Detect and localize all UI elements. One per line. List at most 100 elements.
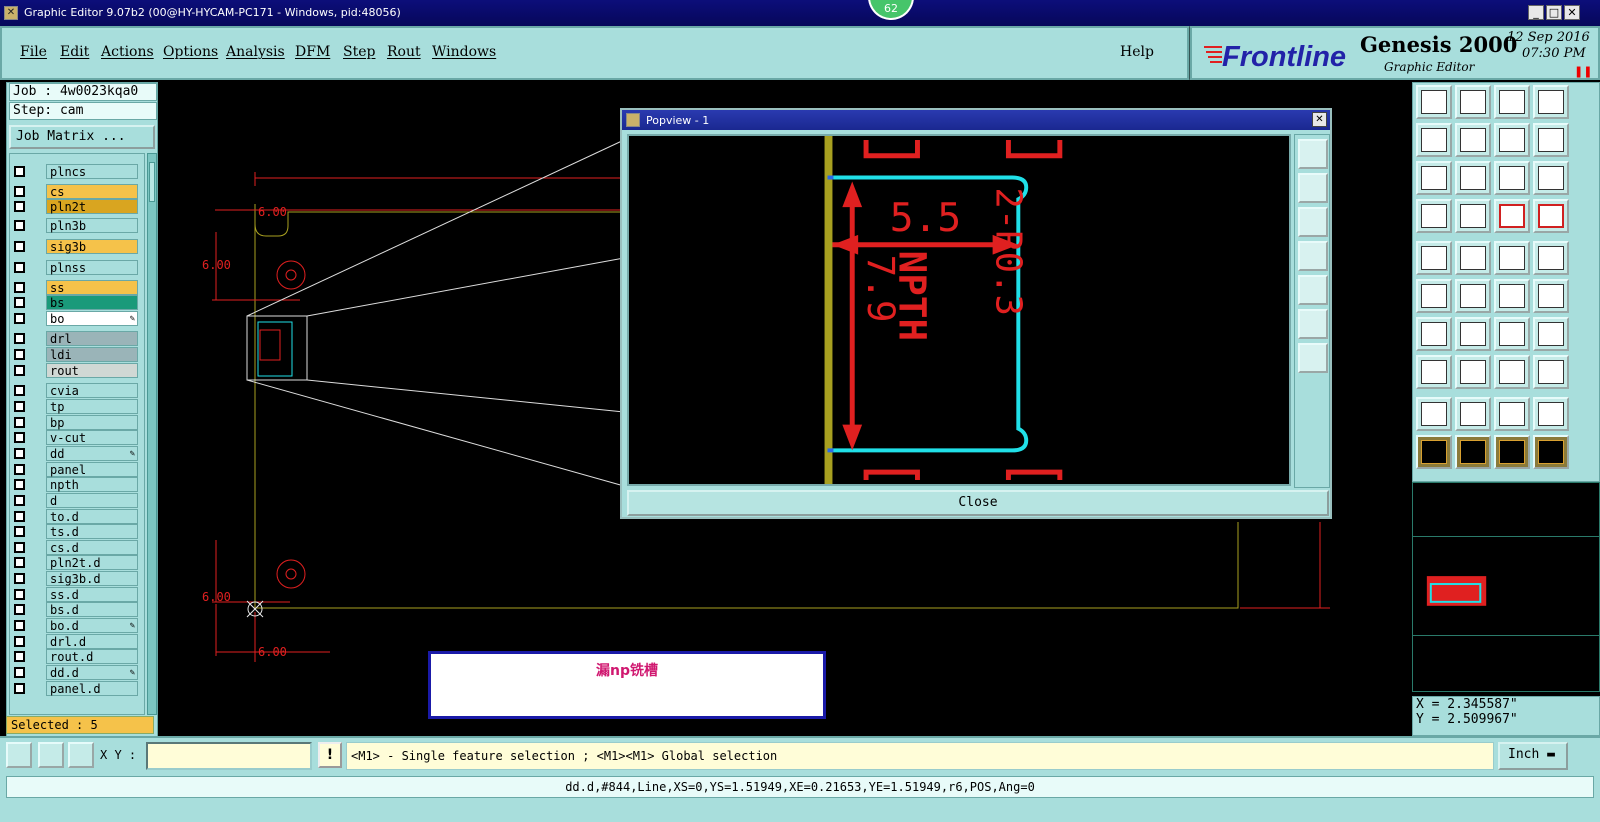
layer-name[interactable]: rout [46,363,138,378]
pointer-icon[interactable] [1416,435,1452,469]
layers-alt-icon[interactable] [1533,199,1569,233]
pointer-alt-icon[interactable] [1455,435,1491,469]
layer-row[interactable]: panel.d [12,681,142,696]
layers-icon[interactable] [1494,199,1530,233]
pause-icon[interactable]: ❚❚ [1574,65,1592,78]
layer-checkbox[interactable] [14,667,25,678]
cross-icon[interactable] [1455,279,1491,313]
layer-row[interactable]: sig3b.d [12,571,142,586]
layer-name[interactable]: d [46,493,138,508]
layer-checkbox[interactable] [14,511,25,522]
layer-name[interactable]: panel [46,462,138,477]
layer-row[interactable]: v-cut [12,430,142,445]
grid-icon[interactable] [68,742,94,768]
angle-icon[interactable] [38,742,64,768]
triangle-c-icon[interactable] [1533,397,1569,431]
layer-checkbox[interactable] [14,495,25,506]
layer-row[interactable]: rout [12,363,142,378]
popview-zoom-out-icon[interactable] [1298,343,1328,373]
layer-name[interactable]: bo ✎ [46,311,138,326]
move-up-icon[interactable] [1416,85,1452,119]
layer-name[interactable]: npth [46,477,138,492]
layer-row[interactable]: ldi [12,347,142,362]
layer-row[interactable]: dd.d ✎ [12,665,142,680]
layer-name[interactable]: pln3b [46,218,138,233]
layer-row[interactable]: bp [12,415,142,430]
pad-shape-icon[interactable] [1455,241,1491,275]
layer-row[interactable]: pln2t [12,199,142,214]
window-icon[interactable] [1533,85,1569,119]
layer-checkbox[interactable] [14,683,25,694]
layer-row[interactable]: sig3b [12,239,142,254]
close-window-button[interactable]: ✕ [1564,5,1580,20]
snap-icon[interactable] [6,742,32,768]
layer-checkbox[interactable] [14,186,25,197]
layer-checkbox[interactable] [14,526,25,537]
menu-rout[interactable]: Rout [387,44,421,60]
layer-name[interactable]: drl [46,331,138,346]
units-selector[interactable]: Inch ▬ [1498,742,1568,770]
layer-row[interactable]: cvia [12,383,142,398]
menu-windows[interactable]: Windows [432,44,496,60]
triangle-b-icon[interactable] [1494,397,1530,431]
popview-close-button[interactable]: Close [627,490,1329,516]
move-down-icon[interactable] [1455,85,1491,119]
layer-name[interactable]: bo.d ✎ [46,618,138,633]
alert-icon[interactable]: ! [318,742,342,768]
swap-icon[interactable] [1494,123,1530,157]
notification-badge[interactable]: 62 [868,0,914,20]
layer-name[interactable]: drl.d [46,634,138,649]
copy-left-icon[interactable] [1416,123,1452,157]
pointer-b-icon[interactable] [1494,435,1530,469]
layer-checkbox[interactable] [14,479,25,490]
resize-icon[interactable] [1494,355,1530,389]
popview-pan-right-icon[interactable] [1298,275,1328,305]
layer-checkbox[interactable] [14,542,25,553]
layer-row[interactable]: pln3b [12,218,142,233]
copy-right-icon[interactable] [1455,123,1491,157]
layer-checkbox[interactable] [14,557,25,568]
layer-row[interactable]: panel [12,462,142,477]
layer-checkbox[interactable] [14,262,25,273]
layer-checkbox[interactable] [14,604,25,615]
layer-row[interactable]: ts.d [12,524,142,539]
menu-options[interactable]: Options [163,44,218,60]
maximize-button[interactable]: □ [1546,5,1562,20]
text-icon[interactable] [1533,317,1569,351]
expand-icon[interactable] [1416,161,1452,195]
layer-row[interactable]: cs [12,184,142,199]
popview-title-bar[interactable]: Popview - 1 [622,110,1330,130]
home-icon[interactable] [1494,85,1530,119]
layer-name[interactable]: ss.d [46,587,138,602]
layer-row[interactable]: bs [12,295,142,310]
network-icon[interactable] [1533,435,1569,469]
popview-canvas[interactable]: 5.5 7.9 NPTH 2-R0.3 [627,134,1291,486]
step-icon[interactable] [1533,123,1569,157]
minimize-button[interactable]: _ [1528,5,1544,20]
layer-name[interactable]: pln2t.d [46,555,138,570]
layer-name[interactable]: sig3b.d [46,571,138,586]
pad-icon[interactable] [1416,241,1452,275]
point-icon[interactable] [1494,279,1530,313]
line-diag-icon[interactable] [1455,317,1491,351]
layer-row[interactable]: ss.d [12,587,142,602]
triangle-icon[interactable] [1416,397,1452,431]
layer-row[interactable]: pln2t.d [12,555,142,570]
layer-name[interactable]: plnss [46,260,138,275]
triangle-alt-icon[interactable] [1455,397,1491,431]
popview-close-icon[interactable]: ✕ [1312,112,1327,127]
layer-row[interactable]: rout.d [12,649,142,664]
layer-row[interactable]: plnss [12,260,142,275]
layer-checkbox[interactable] [14,297,25,308]
layer-row[interactable]: cs.d [12,540,142,555]
menu-step[interactable]: Step [343,44,375,60]
layer-row[interactable]: dd ✎ [12,446,142,461]
layer-row[interactable]: plncs [12,164,142,179]
layer-name[interactable]: panel.d [46,681,138,696]
layer-checkbox[interactable] [14,166,25,177]
layer-name[interactable]: cvia [46,383,138,398]
layer-name[interactable]: ts.d [46,524,138,539]
menu-help[interactable]: Help [1120,44,1154,60]
layer-row[interactable]: npth [12,477,142,492]
layer-name[interactable]: cs.d [46,540,138,555]
